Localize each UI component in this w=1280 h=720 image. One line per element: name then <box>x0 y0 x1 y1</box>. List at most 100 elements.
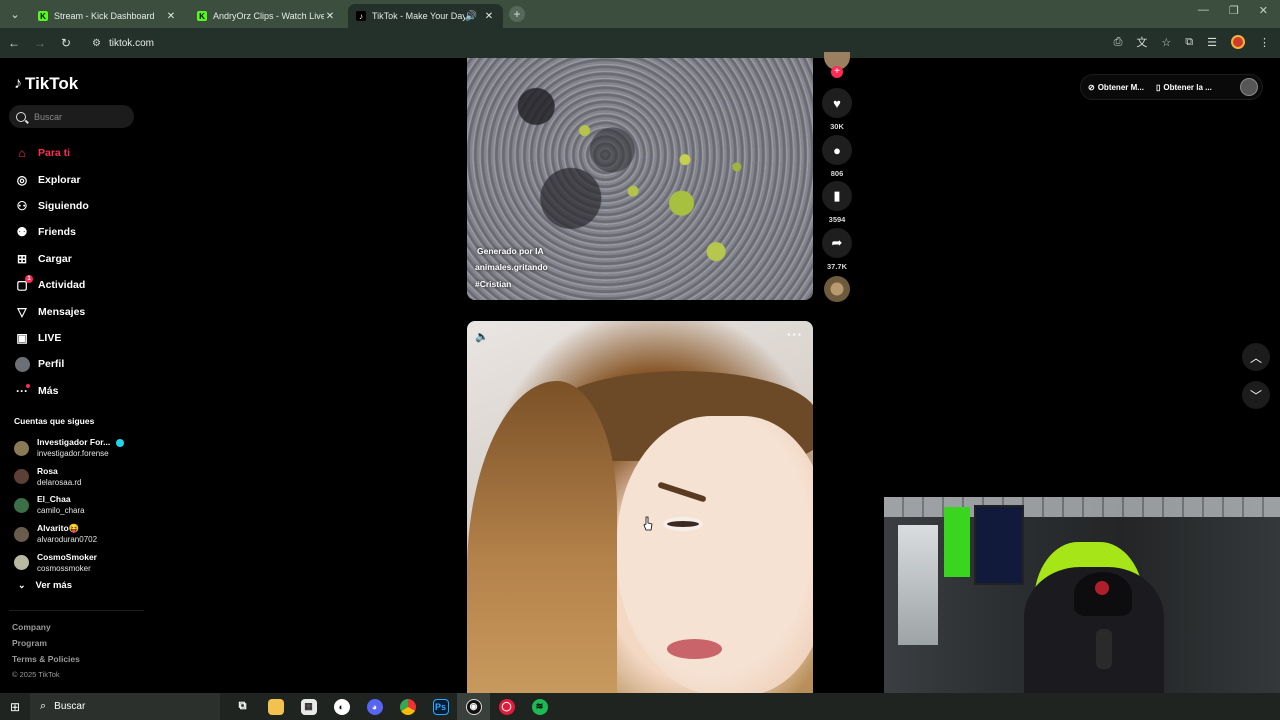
tiktok-logo[interactable]: ♪ TikTok <box>14 74 78 94</box>
following-account[interactable]: El_Chaa camilo_chara <box>14 491 124 520</box>
following-account[interactable]: CosmoSmoker cosmossmoker <box>14 548 124 577</box>
upload-icon: ⊞ <box>16 251 28 266</box>
follow-plus-button[interactable]: + <box>831 66 843 78</box>
nav-perfil[interactable]: Perfil <box>14 351 89 377</box>
task-view-icon[interactable]: ⧉ <box>226 693 259 720</box>
translate-icon[interactable]: 文 <box>1136 34 1147 50</box>
more-options-icon[interactable]: ··· <box>787 327 803 342</box>
save-count: 3594 <box>828 215 846 224</box>
nav-explorar[interactable]: ◎ Explorar <box>14 166 89 192</box>
close-window-icon[interactable]: ✕ <box>1259 4 1268 17</box>
nav-mas[interactable]: ··· Más <box>14 378 89 404</box>
minimize-icon[interactable]: — <box>1198 4 1209 17</box>
video-player-1[interactable]: Generado por IA animales.gritando #Crist… <box>467 58 813 300</box>
tab-title: AndryOrz Clips - Watch Live on <box>213 11 324 21</box>
get-app-button[interactable]: ▯ Obtener la ... <box>1156 83 1212 92</box>
address-bar[interactable]: ⚙ tiktok.com <box>86 32 1086 54</box>
nav-label: Friends <box>38 226 76 239</box>
account-handle: alvaroduran0702 <box>37 535 98 545</box>
video-author[interactable]: animales.gritando <box>475 259 548 276</box>
nav-live[interactable]: ▣ LIVE <box>14 325 89 351</box>
nav-siguiendo[interactable]: ⚇ Siguiendo <box>14 193 89 219</box>
bookmark-star-icon[interactable]: ☆ <box>1161 36 1171 49</box>
audio-playing-icon[interactable]: 🔊 <box>465 11 477 22</box>
following-icon: ⚇ <box>16 198 28 213</box>
tab-search-button[interactable]: ⌄ <box>4 3 26 25</box>
messages-icon: ▽ <box>17 304 27 319</box>
spotify-icon[interactable]: ≋ <box>523 693 556 720</box>
comment-icon[interactable]: ● <box>822 135 852 165</box>
new-tab-button[interactable]: + <box>509 6 525 22</box>
footer-link-terms[interactable]: Terms & Policies <box>12 651 80 667</box>
account-name: Investigador For... <box>37 437 125 448</box>
previous-video-button[interactable]: ︿ <box>1242 343 1270 371</box>
video-player-2[interactable]: 🔈 ··· <box>467 321 813 693</box>
compass-icon: ◎ <box>16 172 28 187</box>
user-avatar[interactable] <box>1240 78 1258 96</box>
like-count: 30K <box>830 122 844 131</box>
nav-label: Mensajes <box>38 305 86 318</box>
reading-list-icon[interactable]: ☰ <box>1207 36 1217 49</box>
video-frame-shape <box>663 517 703 531</box>
heart-icon[interactable]: ♥ <box>822 88 852 118</box>
following-account[interactable]: Investigador For... investigador.forense <box>14 434 125 463</box>
footer-link-company[interactable]: Company <box>12 619 80 635</box>
obs-icon[interactable]: ◉ <box>457 693 490 720</box>
browser-tab-tiktok[interactable]: ♪ TikTok - Make Your Day 🔊 ✕ <box>348 4 503 28</box>
footer-link-program[interactable]: Program <box>12 635 80 651</box>
browser-toolbar: ← → ↻ ⚙ tiktok.com ⎙ 文 ☆ ⧉ ☰ ⋮ <box>0 28 1280 58</box>
music-disc-icon[interactable] <box>824 276 850 302</box>
site-settings-icon[interactable]: ⚙ <box>92 38 101 49</box>
nav-label: Siguiendo <box>38 199 89 212</box>
next-video-button[interactable]: ﹀ <box>1242 381 1270 409</box>
see-more-button[interactable]: ⌄ Ver más <box>18 580 72 591</box>
forward-arrow-icon[interactable]: → <box>28 31 52 55</box>
close-tab-icon[interactable]: ✕ <box>165 11 177 22</box>
discord-icon[interactable]: ◕ <box>358 693 391 720</box>
profile-avatar[interactable] <box>1231 35 1245 49</box>
share-icon[interactable]: ➦ <box>822 228 852 258</box>
nav-para-ti[interactable]: ⌂ Para ti <box>14 140 89 166</box>
opera-icon[interactable]: ◯ <box>490 693 523 720</box>
chrome-icon[interactable] <box>391 693 424 720</box>
tiktok-favicon-icon: ♪ <box>356 11 366 21</box>
home-icon: ⌂ <box>18 146 26 161</box>
nav-mensajes[interactable]: ▽ Mensajes <box>14 298 89 324</box>
close-tab-icon[interactable]: ✕ <box>324 11 336 22</box>
store-icon[interactable]: ▦ <box>292 693 325 720</box>
video-caption: Generado por IA animales.gritando #Crist… <box>475 243 548 293</box>
video-hashtag[interactable]: #Cristian <box>475 276 548 293</box>
browser-tab-bar: ⌄ K Stream - Kick Dashboard ✕ K AndryOrz… <box>0 0 1280 28</box>
bookmark-icon[interactable]: ▮ <box>822 181 852 211</box>
nav-actividad[interactable]: ▢ 1 Actividad <box>14 272 89 298</box>
copyright: © 2025 TikTok <box>12 670 60 679</box>
get-coins-button[interactable]: ⊘ Obtener M... <box>1088 83 1144 92</box>
volume-icon[interactable]: 🔈 <box>475 330 489 343</box>
back-arrow-icon[interactable]: ← <box>2 31 26 55</box>
taskbar-search[interactable]: ⌕ Buscar <box>30 693 220 720</box>
coin-icon: ⊘ <box>1088 82 1095 92</box>
chrome-menu-icon[interactable]: ⋮ <box>1259 36 1270 49</box>
kick-favicon-icon: K <box>197 11 207 21</box>
nav-cargar[interactable]: ⊞ Cargar <box>14 246 89 272</box>
browser-tab-andryorz-clips[interactable]: K AndryOrz Clips - Watch Live on ✕ <box>189 4 344 28</box>
close-tab-icon[interactable]: ✕ <box>483 11 495 22</box>
like-action: ♥ 30K <box>822 88 852 131</box>
restore-icon[interactable]: ❐ <box>1229 4 1239 17</box>
install-app-icon[interactable]: ⎙ <box>1114 36 1123 49</box>
reload-icon[interactable]: ↻ <box>54 31 78 55</box>
browser-tab-kick-dashboard[interactable]: K Stream - Kick Dashboard ✕ <box>30 4 185 28</box>
file-explorer-icon[interactable] <box>259 693 292 720</box>
photoshop-icon[interactable]: Ps <box>424 693 457 720</box>
account-name-text: Investigador For... <box>37 437 111 448</box>
following-account[interactable]: Alvarito😝 alvaroduran0702 <box>14 520 124 549</box>
toolbar-actions: ⎙ 文 ☆ ⧉ ☰ ⋮ <box>1114 34 1270 50</box>
app-circle-icon[interactable]: ◐ <box>325 693 358 720</box>
nav-friends[interactable]: ⚉ Friends <box>14 219 89 245</box>
friends-icon: ⚉ <box>16 225 28 240</box>
following-account[interactable]: Rosa delarosaa.rd <box>14 463 124 492</box>
search-input[interactable] <box>34 111 124 122</box>
live-icon: ▣ <box>16 330 28 345</box>
extensions-icon[interactable]: ⧉ <box>1185 36 1193 49</box>
windows-start-icon[interactable]: ⊞ <box>0 693 30 720</box>
